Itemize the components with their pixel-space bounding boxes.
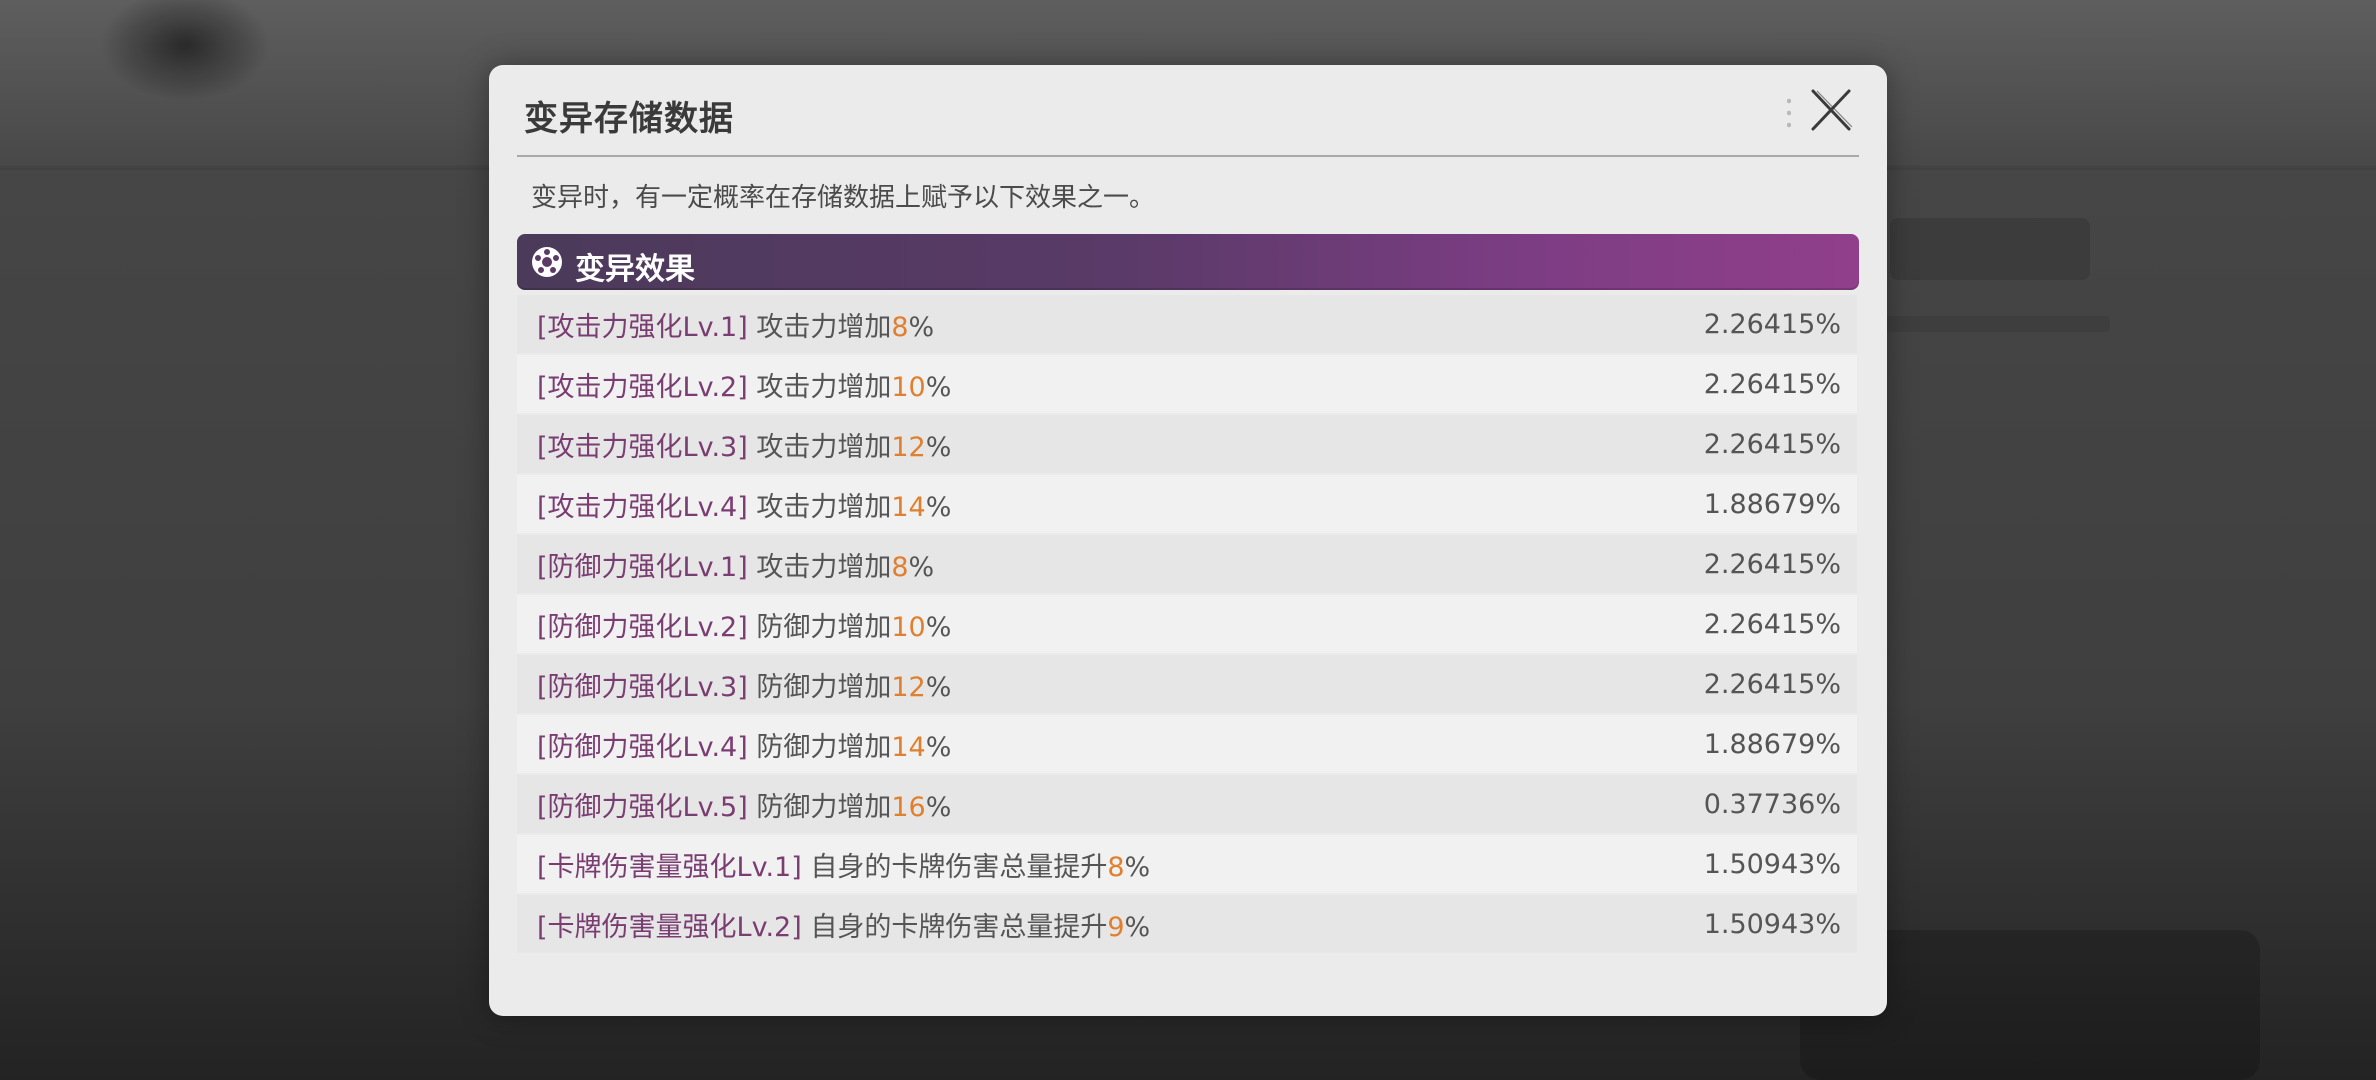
effect-text: 攻击力增加 bbox=[747, 371, 892, 403]
effect-value: 12 bbox=[891, 671, 926, 703]
effect-tag: [防御力强化Lv.3] bbox=[537, 671, 748, 703]
effect-unit: % bbox=[1124, 911, 1151, 943]
effect-value: 14 bbox=[891, 731, 926, 763]
effect-value: 8 bbox=[1107, 851, 1125, 883]
effect-description: [卡牌伤害量强化Lv.1] 自身的卡牌伤害总量提升8% bbox=[537, 845, 1150, 884]
effect-description: [防御力强化Lv.2] 防御力增加10% bbox=[537, 605, 951, 644]
list-item: [卡牌伤害量强化Lv.2] 自身的卡牌伤害总量提升9% 1.50943% bbox=[517, 895, 1857, 953]
background-button bbox=[1890, 218, 2090, 280]
section-header-mutation-effects: 变异效果 bbox=[517, 234, 1859, 290]
list-item: [攻击力强化Lv.3] 攻击力增加12% 2.26415% bbox=[517, 415, 1857, 473]
list-item: [卡牌伤害量强化Lv.1] 自身的卡牌伤害总量提升8% 1.50943% bbox=[517, 835, 1857, 893]
effect-probability: 2.26415% bbox=[1703, 548, 1841, 580]
effect-value: 8 bbox=[891, 311, 909, 343]
mutation-data-dialog: 变异存储数据 变异时，有一定概率在存储数据上赋予以下效果之一。 变异效果 [攻击… bbox=[489, 65, 1887, 1016]
dialog-title: 变异存储数据 bbox=[524, 99, 734, 139]
effect-text: 防御力增加 bbox=[747, 791, 892, 823]
effect-probability: 2.26415% bbox=[1703, 428, 1841, 460]
effect-tag: [防御力强化Lv.1] bbox=[537, 551, 748, 583]
dialog-header: 变异存储数据 bbox=[517, 65, 1859, 157]
list-item: [防御力强化Lv.1] 攻击力增加8% 2.26415% bbox=[517, 535, 1857, 593]
effect-probability: 2.26415% bbox=[1703, 608, 1841, 640]
effect-text: 防御力增加 bbox=[747, 731, 892, 763]
effect-unit: % bbox=[925, 611, 952, 643]
effect-text: 防御力增加 bbox=[747, 671, 892, 703]
section-title: 变异效果 bbox=[575, 252, 695, 287]
effect-tag: [防御力强化Lv.5] bbox=[537, 791, 748, 823]
effect-value: 12 bbox=[891, 431, 926, 463]
effect-tag: [防御力强化Lv.2] bbox=[537, 611, 748, 643]
effect-value: 9 bbox=[1107, 911, 1125, 943]
close-area bbox=[1779, 85, 1859, 135]
effect-value: 8 bbox=[891, 551, 909, 583]
effect-tag: [攻击力强化Lv.2] bbox=[537, 371, 748, 403]
effect-description: [攻击力强化Lv.3] 攻击力增加12% bbox=[537, 425, 951, 464]
effect-probability: 0.37736% bbox=[1703, 788, 1841, 820]
close-icon[interactable] bbox=[1805, 85, 1855, 135]
effect-unit: % bbox=[925, 671, 952, 703]
effect-tag: [攻击力强化Lv.4] bbox=[537, 491, 748, 523]
effect-value: 16 bbox=[891, 791, 926, 823]
effect-unit: % bbox=[925, 371, 952, 403]
effect-text: 攻击力增加 bbox=[747, 551, 892, 583]
list-item: [攻击力强化Lv.4] 攻击力增加14% 1.88679% bbox=[517, 475, 1857, 533]
effect-description: [攻击力强化Lv.4] 攻击力增加14% bbox=[537, 485, 951, 524]
dialog-description: 变异时，有一定概率在存储数据上赋予以下效果之一。 bbox=[531, 183, 1156, 213]
effect-description: [攻击力强化Lv.2] 攻击力增加10% bbox=[537, 365, 951, 404]
list-item: [防御力强化Lv.5] 防御力增加16% 0.37736% bbox=[517, 775, 1857, 833]
list-item: [防御力强化Lv.4] 防御力增加14% 1.88679% bbox=[517, 715, 1857, 773]
effect-tag: [攻击力强化Lv.1] bbox=[537, 311, 748, 343]
effect-probability: 2.26415% bbox=[1703, 668, 1841, 700]
effect-text: 攻击力增加 bbox=[747, 491, 892, 523]
effect-probability: 1.50943% bbox=[1703, 908, 1841, 940]
list-item: [攻击力强化Lv.2] 攻击力增加10% 2.26415% bbox=[517, 355, 1857, 413]
effect-value: 14 bbox=[891, 491, 926, 523]
list-item: [防御力强化Lv.2] 防御力增加10% 2.26415% bbox=[517, 595, 1857, 653]
effect-probability: 2.26415% bbox=[1703, 368, 1841, 400]
mutation-flower-icon bbox=[532, 247, 562, 277]
effect-unit: % bbox=[925, 731, 952, 763]
effect-value: 10 bbox=[891, 611, 926, 643]
effect-unit: % bbox=[908, 551, 935, 583]
effect-tag: [卡牌伤害量强化Lv.2] bbox=[537, 911, 802, 943]
effect-probability: 1.50943% bbox=[1703, 848, 1841, 880]
effect-description: [防御力强化Lv.4] 防御力增加14% bbox=[537, 725, 951, 764]
effect-unit: % bbox=[925, 791, 952, 823]
effects-list[interactable]: [攻击力强化Lv.1] 攻击力增加8% 2.26415% [攻击力强化Lv.2] 攻… bbox=[517, 295, 1857, 953]
effect-probability: 1.88679% bbox=[1703, 488, 1841, 520]
list-item: [防御力强化Lv.3] 防御力增加12% 2.26415% bbox=[517, 655, 1857, 713]
effect-unit: % bbox=[925, 431, 952, 463]
effect-probability: 2.26415% bbox=[1703, 308, 1841, 340]
effect-description: [攻击力强化Lv.1] 攻击力增加8% bbox=[537, 305, 934, 344]
effect-text: 防御力增加 bbox=[747, 611, 892, 643]
effect-tag: [卡牌伤害量强化Lv.1] bbox=[537, 851, 802, 883]
effect-description: [防御力强化Lv.1] 攻击力增加8% bbox=[537, 545, 934, 584]
effect-probability: 1.88679% bbox=[1703, 728, 1841, 760]
dots-separator bbox=[1787, 95, 1791, 129]
effect-text: 攻击力增加 bbox=[747, 431, 892, 463]
effect-description: [防御力强化Lv.5] 防御力增加16% bbox=[537, 785, 951, 824]
effect-text: 攻击力增加 bbox=[747, 311, 892, 343]
effect-description: [防御力强化Lv.3] 防御力增加12% bbox=[537, 665, 951, 704]
effect-text: 自身的卡牌伤害总量提升 bbox=[801, 851, 1108, 883]
effect-unit: % bbox=[1124, 851, 1151, 883]
effect-tag: [攻击力强化Lv.3] bbox=[537, 431, 748, 463]
effect-unit: % bbox=[925, 491, 952, 523]
effect-unit: % bbox=[908, 311, 935, 343]
background-text bbox=[1880, 316, 2110, 332]
list-item: [攻击力强化Lv.1] 攻击力增加8% 2.26415% bbox=[517, 295, 1857, 353]
effect-value: 10 bbox=[891, 371, 926, 403]
effect-description: [卡牌伤害量强化Lv.2] 自身的卡牌伤害总量提升9% bbox=[537, 905, 1150, 944]
effect-tag: [防御力强化Lv.4] bbox=[537, 731, 748, 763]
effect-text: 自身的卡牌伤害总量提升 bbox=[801, 911, 1108, 943]
